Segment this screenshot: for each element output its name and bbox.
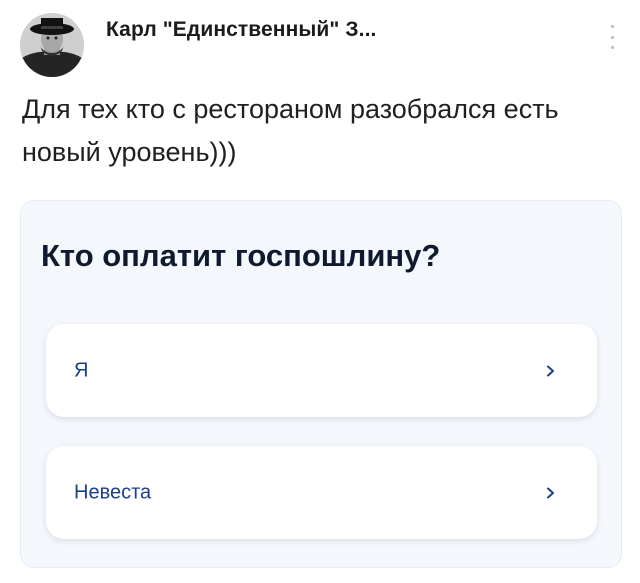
author-name[interactable]: Карл "Единственный" З... xyxy=(106,18,376,42)
avatar[interactable] xyxy=(20,13,84,77)
chevron-right-icon xyxy=(547,365,554,376)
option-label: Я xyxy=(74,359,89,381)
more-dot xyxy=(610,46,614,49)
more-vertical-icon[interactable] xyxy=(608,25,616,49)
post-header: Карл "Единственный" З... xyxy=(20,10,620,80)
more-dot xyxy=(610,35,614,39)
option-label: Невеста xyxy=(74,481,152,503)
chevron-right-icon xyxy=(547,487,554,498)
more-dot xyxy=(610,25,614,28)
option-me-button[interactable]: Я xyxy=(46,324,597,417)
post-text: Для тех кто с рестораном разобрался есть… xyxy=(22,94,559,167)
option-bride-button[interactable]: Невеста xyxy=(46,446,597,539)
embedded-card: Кто оплатит госпошлину? Я Невеста xyxy=(20,200,622,568)
avatar-portrait xyxy=(20,13,84,77)
question-title: Кто оплатит госпошлину? xyxy=(41,238,441,273)
